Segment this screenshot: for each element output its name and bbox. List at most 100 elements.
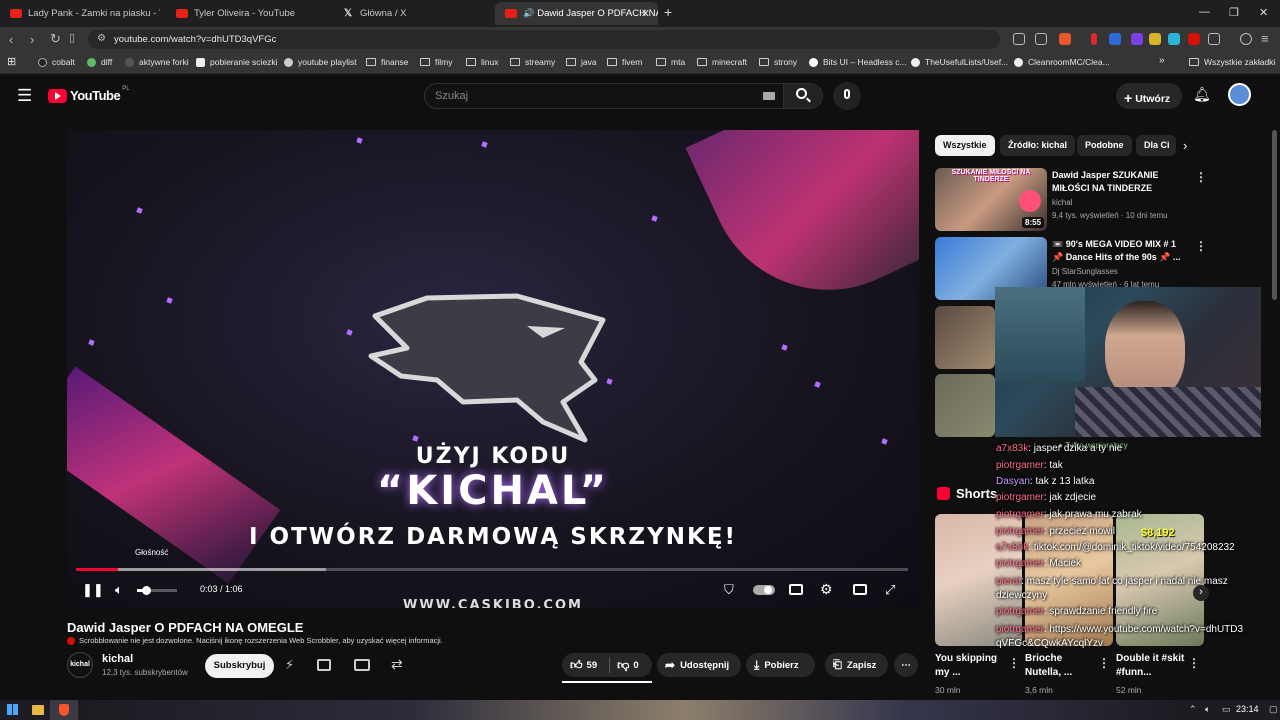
more-options-icon[interactable]: ⋮ [1098,656,1110,670]
volume-handle[interactable] [142,586,151,595]
recommendation-title[interactable]: Dawid Jasper SZUKANIE MIŁOŚCI NA TINDERZ… [1052,169,1182,195]
bookmark-folder-mta[interactable]: mta [656,57,685,67]
lightning-icon[interactable]: ⚡︎ [285,657,294,673]
file-explorer-icon[interactable] [32,705,44,715]
video-player[interactable]: UŻYJ KODU “KICHAL” I OTWÓRZ DARMOWĄ SKRZ… [67,130,919,608]
bookmark-cobalt[interactable]: cobalt [38,57,75,67]
web-scrobbler-icon[interactable] [1188,33,1200,45]
bookmark-folder-finanse[interactable]: finanse [366,57,408,67]
bookmark-folder-filmy[interactable]: filmy [420,57,452,67]
bookmark-aktywne-forki[interactable]: aktywne forki [125,57,189,67]
bookmark-youtube-playlist[interactable]: youtube playlist [284,57,357,67]
volume-slider[interactable] [137,586,177,595]
autoplay-toggle[interactable] [753,585,775,595]
page-scrollbar[interactable] [1272,130,1277,300]
settings-gear-icon[interactable]: ⚙ [820,581,833,598]
clock[interactable]: 23:14 [1236,704,1259,714]
chips-next-icon[interactable]: › [1183,138,1187,153]
restore-icon[interactable]: ❐ [1229,6,1239,19]
screen-icon[interactable] [1013,33,1025,45]
url-field[interactable]: ⚙ youtube.com/watch?v=dhUTD3qVFGc [88,30,1000,49]
bookmark-folder-java[interactable]: java [566,57,597,67]
start-icon[interactable] [7,704,18,715]
menu-icon[interactable]: ≡ [1261,31,1269,46]
channel-name[interactable]: kichal [102,653,133,665]
recommendation-title[interactable]: 📼 90's MEGA VIDEO MIX # 1 📌 Dance Hits o… [1052,238,1184,264]
recommendation-thumbnail[interactable] [935,306,995,369]
close-tab-icon[interactable]: ✕ [641,7,650,20]
short-title[interactable]: Brioche Nutella, ... [1025,652,1095,680]
youtube-logo[interactable]: YouTube PL [48,86,130,103]
media-controls-icon[interactable] [1240,33,1252,45]
bookmark-usefullists[interactable]: TheUsefulLists/Usef... [911,57,1008,67]
bookmark-folder-fivem[interactable]: fivem [607,57,642,67]
more-options-icon[interactable]: ⋮ [1008,656,1020,670]
keyboard-icon[interactable] [763,92,775,100]
extension-blue-icon[interactable] [1109,33,1121,45]
bookmark-icon[interactable]: ▯ [69,31,75,44]
bookmark-folder-strony[interactable]: strony [759,57,797,67]
notifications-bell-icon[interactable]: 🔔︎ [1193,86,1211,103]
pause-icon[interactable]: ❚❚ [82,582,104,598]
close-window-icon[interactable]: ✕ [1259,6,1268,19]
twitch-extension-icon[interactable] [1131,33,1143,45]
subtitles-icon[interactable] [789,584,803,595]
extensions-icon[interactable] [1208,33,1220,45]
short-title[interactable]: Double it #skit #funn... [1116,652,1186,680]
site-info-icon[interactable]: ⚙ [97,33,106,44]
minimize-icon[interactable]: — [1199,6,1210,18]
bookmark-diff[interactable]: diff [87,57,112,67]
hamburger-menu-icon[interactable]: ☰ [17,86,32,106]
new-tab-icon[interactable]: + [664,4,672,20]
reload-icon[interactable]: ↻ [50,31,61,47]
chip-related[interactable]: Podobne [1077,135,1132,156]
notification-tray-icon[interactable]: ▢ [1269,704,1278,715]
bookmark-all-bookmarks[interactable]: Wszystkie zakładki [1189,57,1275,67]
volume-tray-icon[interactable]: 🔈︎ [1205,704,1210,715]
miniplayer-icon[interactable] [853,584,867,595]
progress-bar[interactable] [76,568,908,571]
apps-grid-icon[interactable]: ⊞ [7,55,16,68]
chip-all[interactable]: Wszystkie [935,135,995,156]
display-tray-icon[interactable]: ▭ [1222,704,1231,715]
fullscreen-icon[interactable]: ⤢ [885,582,895,598]
back-icon[interactable]: ‹ [9,32,13,47]
brave-shield-icon[interactable] [1059,33,1071,45]
download-button[interactable]: ⤓ Pobierz [746,653,815,677]
create-button[interactable]: + Utwórz [1116,83,1182,109]
loop-icon[interactable]: ⇄ [391,656,403,673]
tab-tyler-oliveira[interactable]: Tyler Oliveira - YouTube [166,2,326,25]
search-input[interactable]: Szukaj [424,83,786,109]
tab-lady-pank[interactable]: Lady Pank - Zamki na piasku - YouTu [0,2,160,25]
extension-yellow-icon[interactable] [1149,33,1161,45]
tab-x-home[interactable]: 𝕏 Główna / X [332,2,492,25]
screen-icon[interactable] [354,659,370,671]
share-icon[interactable] [1035,33,1047,45]
more-actions-icon[interactable]: ⋯ [894,653,918,677]
like-button[interactable]: 👍︎ [570,658,583,673]
subscribe-button[interactable]: Subskrybuj [205,654,274,678]
image-icon[interactable] [317,659,331,671]
more-options-icon[interactable]: ⋮ [1188,656,1200,670]
save-button[interactable]: ⎗ Zapisz [825,653,888,677]
dislike-button[interactable]: 👎︎ [617,658,629,673]
recommendation-thumbnail[interactable] [935,374,995,437]
recommendation-channel[interactable]: Dj StarSunglasses [1052,267,1118,276]
taskbar-browser-button[interactable] [50,700,78,720]
voice-search-button[interactable] [833,82,861,110]
recommendation-thumbnail[interactable]: SZUKANIE MIŁOŚCI NA TINDERZE 8:55 [935,168,1047,231]
sponsorblock-icon[interactable]: ⛉ [724,582,734,598]
bookmark-folder-minecraft[interactable]: minecraft [697,57,747,67]
extension-cyan-icon[interactable] [1168,33,1180,45]
bookmark-cleanroommc[interactable]: CleanroomMC/Clea... [1014,57,1110,67]
bookmark-pobieranie-sciezki[interactable]: pobieranie sciezki [196,57,278,67]
bookmark-folder-linux[interactable]: linux [466,57,498,67]
short-title[interactable]: You skipping my ... [935,652,1005,680]
more-options-icon[interactable]: ⋮ [1195,239,1207,253]
tray-up-arrow-icon[interactable]: ⌃ [1189,704,1197,715]
tab-dawid-jasper[interactable]: 🔊 Dawid Jasper O PDFACH NA ✕ [495,2,658,25]
more-bookmarks-icon[interactable]: » [1159,55,1165,66]
volume-icon[interactable]: 🔈︎ [115,582,123,598]
forward-icon[interactable]: › [30,32,34,47]
bookmark-bits-ui[interactable]: Bits UI – Headless c... [809,57,907,67]
